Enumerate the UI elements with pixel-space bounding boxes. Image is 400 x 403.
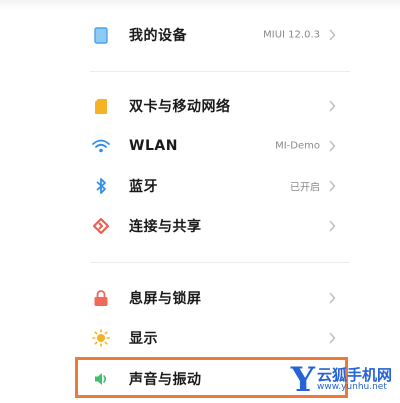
settings-item-label: 双卡与移动网络 [129, 99, 231, 115]
watermark-logo: Y 云狐手机网 www.yunhu.net [291, 360, 392, 400]
divider [90, 71, 350, 72]
phone-icon [92, 26, 110, 44]
settings-item-value: 已开启 [290, 182, 320, 194]
settings-item-lock-screen[interactable]: 息屏与锁屏 [0, 278, 400, 318]
settings-item-value: MI-Demo [275, 140, 320, 152]
chevron-right-icon [329, 100, 336, 112]
watermark-letter: Y [290, 360, 315, 400]
sim-card-icon [92, 97, 110, 115]
settings-item-display[interactable]: 显示 [0, 318, 400, 358]
chevron-right-icon [329, 140, 336, 152]
chevron-right-icon [329, 332, 336, 344]
chevron-right-icon [329, 180, 336, 192]
settings-item-wlan[interactable]: WLAN MI-Demo [0, 126, 400, 166]
watermark-text: 云狐手机网 www.yunhu.net [317, 367, 392, 393]
lock-icon [92, 289, 110, 307]
settings-item-sim[interactable]: 双卡与移动网络 [0, 86, 400, 126]
wifi-icon [92, 137, 110, 155]
settings-item-label: 蓝牙 [129, 179, 158, 195]
chevron-right-icon [329, 220, 336, 232]
chevron-right-icon [329, 29, 336, 41]
settings-item-connection-sharing[interactable]: 连接与共享 [0, 206, 400, 246]
top-shade [0, 0, 400, 10]
share-icon [92, 217, 110, 235]
watermark-name: 云狐手机网 [316, 365, 392, 384]
sun-icon [92, 329, 110, 347]
divider [90, 262, 350, 263]
settings-item-label: 连接与共享 [129, 219, 202, 235]
settings-item-label: WLAN [129, 138, 178, 154]
settings-item-label: 息屏与锁屏 [129, 291, 202, 307]
settings-item-label: 显示 [129, 331, 158, 347]
bluetooth-icon [92, 177, 110, 195]
settings-item-label: 我的设备 [129, 28, 187, 44]
settings-item-value: MIUI 12.0.3 [263, 29, 320, 41]
settings-item-my-device[interactable]: 我的设备 MIUI 12.0.3 [0, 15, 400, 55]
settings-item-bluetooth[interactable]: 蓝牙 已开启 [0, 166, 400, 206]
chevron-right-icon [329, 292, 336, 304]
watermark-url: www.yunhu.net [316, 382, 387, 393]
